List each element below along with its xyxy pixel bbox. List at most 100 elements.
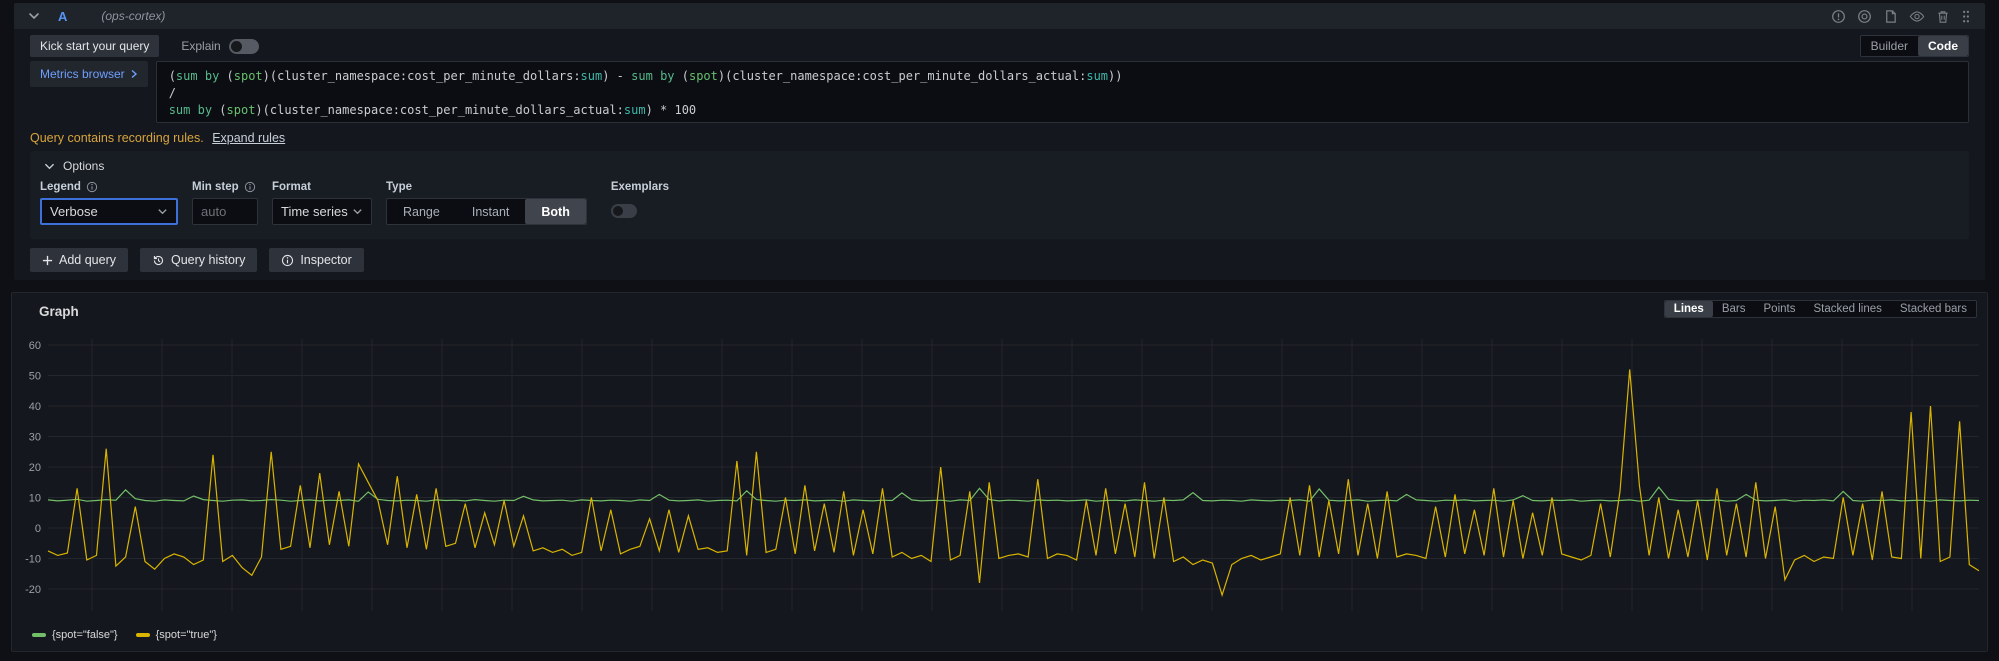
format-field-label: Format [272, 181, 372, 193]
exemplars-toggle[interactable] [611, 204, 637, 218]
exemplars-field: Exemplars [611, 181, 669, 223]
metrics-browser-button[interactable]: Metrics browser [30, 61, 148, 87]
inspector-button[interactable]: Inspector [269, 248, 363, 272]
chevron-right-icon [130, 69, 138, 79]
graph-mode-lines[interactable]: Lines [1665, 301, 1713, 317]
format-field: Format Time series [272, 181, 372, 225]
legend-select-value: Verbose [50, 204, 98, 219]
query-ref-id: A [58, 9, 67, 24]
legend-select[interactable]: Verbose [40, 198, 178, 225]
alert-circle-icon[interactable] [1831, 9, 1846, 24]
graph-panel: Graph LinesBarsPointsStacked linesStacke… [11, 292, 1988, 652]
promql-query-input[interactable]: (sum by (spot)(cluster_namespace:cost_pe… [156, 61, 1969, 123]
datasource-name: (ops-cortex) [101, 9, 165, 23]
toggle-knob [613, 206, 623, 216]
type-option-instant[interactable]: Instant [456, 199, 526, 224]
legend-label-text: Legend [40, 181, 81, 193]
min-step-input[interactable] [201, 204, 249, 219]
y-axis-tick-label: 20 [29, 462, 41, 474]
inspector-label: Inspector [300, 253, 351, 267]
builder-code-toggle: Builder Code [1860, 35, 1969, 57]
graph-mode-stacked-lines[interactable]: Stacked lines [1804, 301, 1890, 317]
chart-canvas[interactable]: 60 50 40 30 20 10 0 -10 -20 [14, 331, 1987, 623]
chevron-down-icon [352, 206, 363, 217]
toggle-knob [231, 41, 242, 52]
options-label: Options [63, 159, 104, 173]
options-collapse-header[interactable]: Options [30, 151, 1969, 173]
query-row-panel: A (ops-cortex) [14, 3, 1985, 280]
format-select[interactable]: Time series [272, 198, 372, 225]
type-field: Type RangeInstantBoth [386, 181, 587, 225]
plus-icon [42, 255, 53, 266]
drag-handle-icon[interactable] [1961, 9, 1971, 24]
copy-icon[interactable] [1883, 9, 1898, 24]
y-axis-tick-label: 10 [29, 493, 41, 505]
query-history-button[interactable]: Query history [140, 248, 257, 272]
query-history-label: Query history [171, 253, 245, 267]
y-axis-tick-label: 40 [29, 401, 41, 413]
y-axis-tick-label: 60 [29, 340, 41, 352]
graph-panel-title: Graph [39, 304, 79, 319]
query-actions-row: Add query Query history Inspector [30, 248, 364, 272]
info-icon[interactable] [86, 181, 98, 193]
legend-swatch [32, 633, 46, 637]
y-axis-tick-label: 0 [35, 523, 41, 535]
kick-start-query-button[interactable]: Kick start your query [30, 35, 159, 57]
explain-toggle[interactable] [229, 39, 259, 54]
type-radio-group: RangeInstantBoth [386, 198, 587, 225]
type-option-both[interactable]: Both [525, 199, 585, 224]
type-option-range[interactable]: Range [387, 199, 456, 224]
exemplars-label-text: Exemplars [611, 181, 669, 193]
min-step-field: Min step [192, 181, 258, 225]
legend-field: Legend Verbose [40, 181, 178, 225]
expand-rules-link[interactable]: Expand rules [212, 131, 285, 145]
eye-icon[interactable] [1909, 9, 1925, 24]
builder-option[interactable]: Builder [1861, 36, 1918, 56]
query-editor-row: Metrics browser (sum by (spot)(cluster_n… [30, 61, 1969, 123]
y-axis-tick-label: -20 [25, 584, 41, 596]
legend-swatch [136, 633, 150, 637]
min-step-field-label: Min step [192, 181, 258, 193]
min-step-label-text: Min step [192, 181, 239, 193]
legend-item[interactable]: {spot="false"} [32, 629, 118, 641]
legend-label: {spot="true"} [156, 629, 217, 641]
y-axis-tick-label: 30 [29, 432, 41, 444]
options-fields: Legend Verbose Mi [30, 173, 1969, 225]
graph-mode-stacked-bars[interactable]: Stacked bars [1891, 301, 1976, 317]
legend-field-label: Legend [40, 181, 178, 193]
chart-legend: {spot="false"} {spot="true"} [32, 629, 217, 641]
recording-rules-notice: Query contains recording rules. Expand r… [30, 131, 285, 145]
chevron-down-icon [157, 206, 168, 217]
graph-mode-points[interactable]: Points [1755, 301, 1805, 317]
code-option[interactable]: Code [1918, 36, 1968, 56]
query-row-actions [1831, 9, 1971, 24]
graph-mode-switcher: LinesBarsPointsStacked linesStacked bars [1664, 300, 1977, 318]
graph-mode-bars[interactable]: Bars [1713, 301, 1755, 317]
type-field-label: Type [386, 181, 587, 193]
y-axis-tick-label: -10 [25, 554, 41, 566]
chevron-down-icon[interactable] [28, 10, 40, 22]
query-toolbar: Kick start your query Explain Builder Co… [30, 35, 1969, 57]
add-query-button[interactable]: Add query [30, 248, 128, 272]
chevron-down-icon [44, 161, 55, 172]
trash-icon[interactable] [1936, 9, 1950, 24]
add-query-label: Add query [59, 253, 116, 267]
time-series-chart[interactable]: 60 50 40 30 20 10 0 -10 -20 [14, 331, 1987, 623]
options-section: Options Legend Verbose [30, 151, 1969, 239]
legend-label: {spot="false"} [52, 629, 118, 641]
y-axis-tick-label: 50 [29, 371, 41, 383]
duplicate-icon[interactable] [1857, 9, 1872, 24]
notice-text: Query contains recording rules. [30, 131, 204, 145]
exemplars-field-label: Exemplars [611, 181, 669, 193]
metrics-browser-label: Metrics browser [40, 67, 125, 81]
legend-item[interactable]: {spot="true"} [136, 629, 217, 641]
explain-label: Explain [181, 39, 220, 53]
series-line [48, 369, 1979, 595]
format-select-value: Time series [281, 204, 348, 219]
type-label-text: Type [386, 181, 412, 193]
info-icon[interactable] [244, 181, 256, 193]
grafana-query-editor: A (ops-cortex) [0, 0, 1999, 661]
history-icon [152, 254, 165, 267]
min-step-input-wrap [192, 198, 258, 225]
query-row-header[interactable]: A (ops-cortex) [14, 3, 1985, 29]
